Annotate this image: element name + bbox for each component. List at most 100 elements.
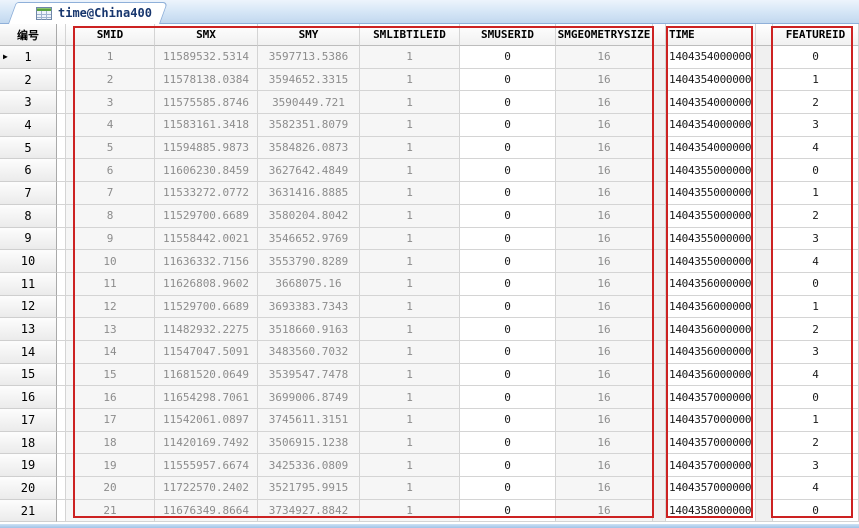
- cell-smid[interactable]: 7: [66, 182, 155, 205]
- cell-smlibtileid[interactable]: 1: [360, 340, 460, 364]
- cell-smy[interactable]: 3590449.721: [258, 91, 360, 115]
- cell-smlibtileid[interactable]: 1: [360, 272, 460, 296]
- cell-smx[interactable]: 11547047.5091: [155, 340, 258, 364]
- cell-smgeometrysize[interactable]: 16: [556, 431, 653, 455]
- cell-smgeometrysize[interactable]: 16: [556, 295, 653, 319]
- cell-smid[interactable]: 1: [66, 46, 155, 69]
- cell-smuserid[interactable]: 0: [460, 250, 556, 273]
- row-number[interactable]: 14: [0, 340, 57, 364]
- cell-time[interactable]: 1404355000000: [666, 250, 756, 273]
- cell-smid[interactable]: 13: [66, 318, 155, 341]
- cell-time[interactable]: 1404355000000: [666, 204, 756, 228]
- cell-smlibtileid[interactable]: 1: [360, 477, 460, 500]
- cell-smgeometrysize[interactable]: 16: [556, 136, 653, 160]
- row-number[interactable]: 8: [0, 204, 57, 228]
- cell-time[interactable]: 1404357000000: [666, 386, 756, 409]
- cell-smuserid[interactable]: 0: [460, 386, 556, 409]
- cell-smlibtileid[interactable]: 1: [360, 114, 460, 137]
- cell-smgeometrysize[interactable]: 16: [556, 250, 653, 273]
- cell-featureid[interactable]: 3: [773, 454, 859, 478]
- cell-smx[interactable]: 11594885.9873: [155, 136, 258, 160]
- cell-smx[interactable]: 11420169.7492: [155, 431, 258, 455]
- cell-smy[interactable]: 3745611.3151: [258, 409, 360, 432]
- cell-smy[interactable]: 3521795.9915: [258, 477, 360, 500]
- cell-smx[interactable]: 11542061.0897: [155, 409, 258, 432]
- cell-time[interactable]: 1404355000000: [666, 227, 756, 251]
- row-number[interactable]: 7: [0, 182, 57, 205]
- cell-featureid[interactable]: 2: [773, 318, 859, 341]
- cell-smy[interactable]: 3631416.8885: [258, 182, 360, 205]
- column-header-featureid[interactable]: FEATUREID: [773, 24, 859, 46]
- cell-smx[interactable]: 11482932.2275: [155, 318, 258, 341]
- cell-smuserid[interactable]: 0: [460, 68, 556, 92]
- cell-time[interactable]: 1404356000000: [666, 272, 756, 296]
- row-number[interactable]: 6: [0, 159, 57, 183]
- row-number[interactable]: 17: [0, 409, 57, 432]
- cell-smlibtileid[interactable]: 1: [360, 295, 460, 319]
- cell-time[interactable]: 1404355000000: [666, 182, 756, 205]
- cell-smlibtileid[interactable]: 1: [360, 499, 460, 523]
- cell-smid[interactable]: 18: [66, 431, 155, 455]
- cell-featureid[interactable]: 4: [773, 136, 859, 160]
- row-number[interactable]: 13: [0, 318, 57, 341]
- cell-featureid[interactable]: 4: [773, 250, 859, 273]
- cell-smgeometrysize[interactable]: 16: [556, 272, 653, 296]
- cell-smuserid[interactable]: 0: [460, 114, 556, 137]
- cell-smx[interactable]: 11558442.0021: [155, 227, 258, 251]
- cell-smgeometrysize[interactable]: 16: [556, 182, 653, 205]
- cell-smgeometrysize[interactable]: 16: [556, 204, 653, 228]
- cell-smgeometrysize[interactable]: 16: [556, 454, 653, 478]
- cell-smuserid[interactable]: 0: [460, 159, 556, 183]
- cell-smuserid[interactable]: 0: [460, 477, 556, 500]
- cell-smgeometrysize[interactable]: 16: [556, 227, 653, 251]
- cell-smgeometrysize[interactable]: 16: [556, 409, 653, 432]
- cell-smuserid[interactable]: 0: [460, 204, 556, 228]
- cell-featureid[interactable]: 0: [773, 386, 859, 409]
- cell-smuserid[interactable]: 0: [460, 409, 556, 432]
- cell-smlibtileid[interactable]: 1: [360, 159, 460, 183]
- row-number[interactable]: 15: [0, 363, 57, 387]
- cell-smid[interactable]: 11: [66, 272, 155, 296]
- cell-smx[interactable]: 11606230.8459: [155, 159, 258, 183]
- cell-featureid[interactable]: 3: [773, 114, 859, 137]
- cell-featureid[interactable]: 2: [773, 91, 859, 115]
- cell-smx[interactable]: 11583161.3418: [155, 114, 258, 137]
- cell-time[interactable]: 1404354000000: [666, 114, 756, 137]
- cell-smid[interactable]: 20: [66, 477, 155, 500]
- row-number[interactable]: 11: [0, 272, 57, 296]
- cell-time[interactable]: 1404355000000: [666, 159, 756, 183]
- cell-time[interactable]: 1404357000000: [666, 477, 756, 500]
- cell-smy[interactable]: 3594652.3315: [258, 68, 360, 92]
- cell-smuserid[interactable]: 0: [460, 272, 556, 296]
- cell-smgeometrysize[interactable]: 16: [556, 68, 653, 92]
- cell-smuserid[interactable]: 0: [460, 136, 556, 160]
- cell-time[interactable]: 1404357000000: [666, 454, 756, 478]
- column-header-smlibtileid[interactable]: SMLIBTILEID: [360, 24, 460, 46]
- cell-smuserid[interactable]: 0: [460, 499, 556, 523]
- cell-smuserid[interactable]: 0: [460, 182, 556, 205]
- row-number[interactable]: 16: [0, 386, 57, 409]
- cell-smid[interactable]: 5: [66, 136, 155, 160]
- cell-smy[interactable]: 3597713.5386: [258, 46, 360, 69]
- row-number[interactable]: 3: [0, 91, 57, 115]
- cell-smx[interactable]: 11589532.5314: [155, 46, 258, 69]
- cell-smy[interactable]: 3553790.8289: [258, 250, 360, 273]
- cell-smid[interactable]: 15: [66, 363, 155, 387]
- cell-smuserid[interactable]: 0: [460, 227, 556, 251]
- cell-time[interactable]: 1404354000000: [666, 46, 756, 69]
- cell-smid[interactable]: 16: [66, 386, 155, 409]
- cell-time[interactable]: 1404354000000: [666, 136, 756, 160]
- cell-time[interactable]: 1404356000000: [666, 295, 756, 319]
- row-number[interactable]: 20: [0, 477, 57, 500]
- row-number[interactable]: 1 ▶: [0, 46, 57, 69]
- cell-smy[interactable]: 3546652.9769: [258, 227, 360, 251]
- cell-smx[interactable]: 11654298.7061: [155, 386, 258, 409]
- cell-smid[interactable]: 21: [66, 499, 155, 523]
- cell-smlibtileid[interactable]: 1: [360, 136, 460, 160]
- cell-smid[interactable]: 17: [66, 409, 155, 432]
- cell-featureid[interactable]: 3: [773, 340, 859, 364]
- row-number[interactable]: 12: [0, 295, 57, 319]
- cell-featureid[interactable]: 0: [773, 499, 859, 523]
- cell-smx[interactable]: 11533272.0772: [155, 182, 258, 205]
- cell-smx[interactable]: 11575585.8746: [155, 91, 258, 115]
